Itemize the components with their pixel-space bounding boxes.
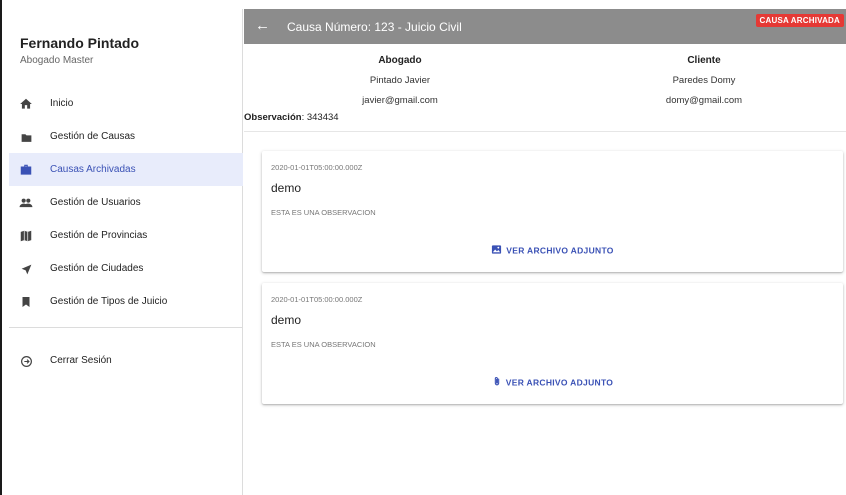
people-icon — [18, 195, 34, 211]
profile-name: Fernando Pintado — [20, 35, 139, 51]
logout-label: Cerrar Sesión — [50, 355, 112, 366]
logout-icon — [18, 353, 34, 369]
logout-button[interactable]: Cerrar Sesión — [9, 344, 243, 377]
observacion-value: : 343434 — [301, 112, 339, 123]
cliente-email: domy@gmail.com — [665, 95, 743, 106]
map-icon — [18, 228, 34, 244]
image-icon — [491, 244, 502, 257]
sidebar-item-label: Inicio — [50, 98, 74, 109]
back-arrow-icon[interactable]: ← — [255, 17, 270, 34]
sidebar: Fernando Pintado Abogado Master Inicio G… — [9, 9, 243, 495]
sidebar-item-causas-archivadas[interactable]: Causas Archivadas — [9, 153, 243, 186]
view-attachment-button[interactable]: VER ARCHIVO ADJUNTO — [262, 244, 843, 257]
home-icon — [18, 96, 34, 112]
sidebar-item-ciudades[interactable]: Gestión de Ciudades — [9, 252, 243, 285]
button-label: VER ARCHIVO ADJUNTO — [506, 245, 614, 256]
card-observation: ESTA ES UNA OBSERVACION — [271, 208, 376, 217]
sidebar-item-gestion-causas[interactable]: Gestión de Causas — [9, 120, 243, 153]
profile-role: Abogado Master — [20, 55, 94, 66]
sidebar-item-inicio[interactable]: Inicio — [9, 87, 243, 120]
attachment-card: 2020-01-01T05:00:00.000Z demo ESTA ES UN… — [262, 283, 843, 404]
sidebar-item-label: Gestión de Usuarios — [50, 197, 141, 208]
card-observation: ESTA ES UNA OBSERVACION — [271, 340, 376, 349]
sidebar-item-tipos-juicio[interactable]: Gestión de Tipos de Juicio — [9, 285, 243, 318]
folder-icon — [18, 129, 34, 145]
sidebar-item-provincias[interactable]: Gestión de Provincias — [9, 219, 243, 252]
card-date: 2020-01-01T05:00:00.000Z — [271, 163, 363, 172]
page-title: Causa Número: 123 - Juicio Civil — [287, 20, 462, 34]
sidebar-item-label: Gestión de Ciudades — [50, 263, 144, 274]
card-title: demo — [271, 313, 302, 327]
paperclip-icon — [492, 376, 502, 389]
sidebar-item-label: Gestión de Causas — [50, 131, 136, 142]
window-edge — [0, 0, 2, 495]
navigation-arrow-icon — [18, 261, 34, 277]
top-app-bar: ← Causa Número: 123 - Juicio Civil CAUSA… — [244, 9, 846, 44]
button-label: VER ARCHIVO ADJUNTO — [505, 377, 614, 388]
sidebar-item-label: Gestión de Provincias — [50, 230, 148, 241]
briefcase-icon — [18, 162, 34, 178]
cliente-name: Paredes Domy — [672, 75, 736, 86]
observacion: Observación: 343434 — [244, 112, 339, 123]
sidebar-item-label: Gestión de Tipos de Juicio — [50, 296, 168, 307]
cliente-heading: Cliente — [687, 55, 721, 66]
abogado-email: javier@gmail.com — [362, 95, 438, 106]
info-divider — [244, 131, 846, 132]
card-title: demo — [271, 181, 302, 195]
abogado-name: Pintado Javier — [369, 75, 431, 86]
observacion-label: Observación — [244, 112, 302, 123]
sidebar-item-label: Causas Archivadas — [50, 164, 136, 175]
view-attachment-button[interactable]: VER ARCHIVO ADJUNTO — [262, 376, 843, 389]
card-date: 2020-01-01T05:00:00.000Z — [271, 295, 363, 304]
sidebar-divider — [9, 327, 243, 328]
bookmark-icon — [18, 294, 34, 310]
status-badge: CAUSA ARCHIVADA — [755, 14, 844, 27]
abogado-heading: Abogado — [378, 55, 422, 66]
attachment-card: 2020-01-01T05:00:00.000Z demo ESTA ES UN… — [262, 151, 843, 272]
sidebar-item-usuarios[interactable]: Gestión de Usuarios — [9, 186, 243, 219]
